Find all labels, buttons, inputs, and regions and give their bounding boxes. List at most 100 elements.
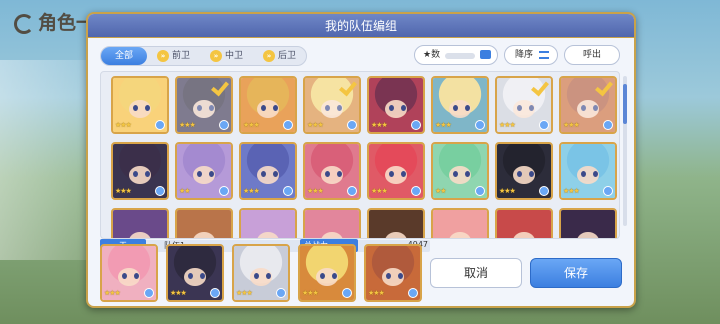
character-roster-grid: ★★★ ★★★ ★★★ ★★★ ★★★ ★★★ ★★★ ★★★ ★★★ ★★ ★★★ ★★★ ★★★ ★★…: [100, 71, 620, 239]
roster-card[interactable]: ★★★: [303, 76, 361, 134]
team-member-card[interactable]: ★★★: [364, 244, 422, 302]
rank-icon: [347, 120, 357, 130]
roster-card[interactable]: [111, 208, 169, 238]
portrait-eye: [197, 105, 202, 111]
roster-card[interactable]: [239, 208, 297, 238]
portrait-eye: [209, 171, 214, 177]
roster-card[interactable]: ★★★: [239, 76, 297, 134]
star-rating: ★★★: [499, 121, 516, 129]
portrait-eye: [593, 105, 598, 111]
rank-icon: [276, 288, 286, 298]
roster-card[interactable]: ★★★: [239, 142, 297, 200]
roster-card[interactable]: ★★★: [367, 76, 425, 134]
roster-card[interactable]: [175, 208, 233, 238]
character-portrait: [113, 210, 167, 238]
filter-tab-front[interactable]: » 前卫: [147, 47, 200, 65]
roster-card[interactable]: ★★★: [495, 76, 553, 134]
rank-icon: [603, 186, 613, 196]
roster-card[interactable]: ★★★: [559, 76, 617, 134]
portrait-eye: [529, 171, 534, 177]
roster-card[interactable]: ★★★: [303, 142, 361, 200]
rank-icon: [155, 186, 165, 196]
character-portrait: [241, 210, 295, 238]
roster-card[interactable]: ★★★: [111, 76, 169, 134]
character-portrait: [433, 210, 487, 238]
portrait-eye: [389, 105, 394, 111]
portrait-eye: [581, 105, 586, 111]
background-panel: [0, 60, 86, 260]
star-rating: ★★★: [371, 121, 388, 129]
portrait-eye: [529, 105, 534, 111]
selected-check-icon: [595, 80, 613, 94]
middle-position-icon: »: [210, 50, 223, 62]
filter-tab-all[interactable]: 全部: [101, 47, 148, 65]
sort-menu-icon: [480, 50, 491, 59]
portrait-eye: [386, 273, 391, 279]
sort-by-select[interactable]: ★数: [414, 45, 498, 65]
portrait-eye: [337, 105, 342, 111]
portrait-eye: [401, 105, 406, 111]
roster-card[interactable]: ★★★: [431, 76, 489, 134]
portrait-eye: [325, 171, 330, 177]
swirl-icon: [14, 13, 34, 34]
roster-card[interactable]: [559, 208, 617, 238]
portrait-eye: [337, 171, 342, 177]
roster-card[interactable]: ★★: [431, 142, 489, 200]
character-portrait: [497, 210, 551, 238]
star-rating: ★★★: [243, 187, 260, 195]
team-member-card[interactable]: ★★★: [100, 244, 158, 302]
portrait-eye: [593, 171, 598, 177]
call-button[interactable]: 呼出: [564, 45, 620, 65]
portrait-eye: [325, 105, 330, 111]
star-rating: ★★★: [371, 187, 388, 195]
rank-icon: [210, 288, 220, 298]
roster-card[interactable]: ★★: [175, 142, 233, 200]
roster-card[interactable]: ★★★: [495, 142, 553, 200]
team-member-card[interactable]: ★★★: [166, 244, 224, 302]
rank-icon: [283, 120, 293, 130]
roster-card[interactable]: [431, 208, 489, 238]
rank-icon: [411, 120, 421, 130]
star-rating: ★★★: [435, 121, 452, 129]
team-member-card[interactable]: ★★★: [232, 244, 290, 302]
portrait-eye: [197, 171, 202, 177]
roster-card[interactable]: ★★★: [367, 142, 425, 200]
roster-card[interactable]: ★★★: [559, 142, 617, 200]
roster-card[interactable]: ★★★: [111, 142, 169, 200]
cancel-button[interactable]: 取消: [430, 258, 522, 288]
filter-tab-back[interactable]: » 后卫: [253, 47, 306, 65]
portrait-eye: [517, 105, 522, 111]
rank-icon: [347, 186, 357, 196]
rank-icon: [219, 120, 229, 130]
portrait-eye: [517, 171, 522, 177]
character-portrait: [177, 210, 231, 238]
portrait-eye: [266, 273, 271, 279]
portrait-eye: [465, 105, 470, 111]
portrait-eye: [453, 105, 458, 111]
selected-check-icon: [211, 80, 229, 94]
portrait-eye: [398, 273, 403, 279]
portrait-eye: [134, 273, 139, 279]
roster-card[interactable]: [367, 208, 425, 238]
save-button[interactable]: 保存: [530, 258, 622, 288]
roster-card[interactable]: [303, 208, 361, 238]
rank-icon: [283, 186, 293, 196]
rank-icon: [475, 186, 485, 196]
position-filter-tabs: 全部 » 前卫 » 中卫 » 后卫: [100, 46, 308, 66]
star-rating: ★★★: [104, 289, 121, 297]
roster-scroll-thumb[interactable]: [623, 84, 627, 124]
portrait-eye: [401, 171, 406, 177]
roster-card[interactable]: ★★★: [175, 76, 233, 134]
filter-tab-middle[interactable]: » 中卫: [200, 47, 253, 65]
star-rating: ★★★: [563, 187, 580, 195]
star-rating: ★★★: [499, 187, 516, 195]
portrait-eye: [200, 273, 205, 279]
filter-tab-label: 中卫: [225, 51, 244, 61]
order-button[interactable]: 降序: [504, 45, 558, 65]
star-rating: ★★: [179, 187, 191, 195]
team-member-card[interactable]: ★★★: [298, 244, 356, 302]
back-position-icon: »: [263, 50, 276, 62]
dialog-title: 我的队伍编组: [88, 14, 634, 38]
roster-card[interactable]: [495, 208, 553, 238]
sort-bar: [445, 53, 475, 59]
